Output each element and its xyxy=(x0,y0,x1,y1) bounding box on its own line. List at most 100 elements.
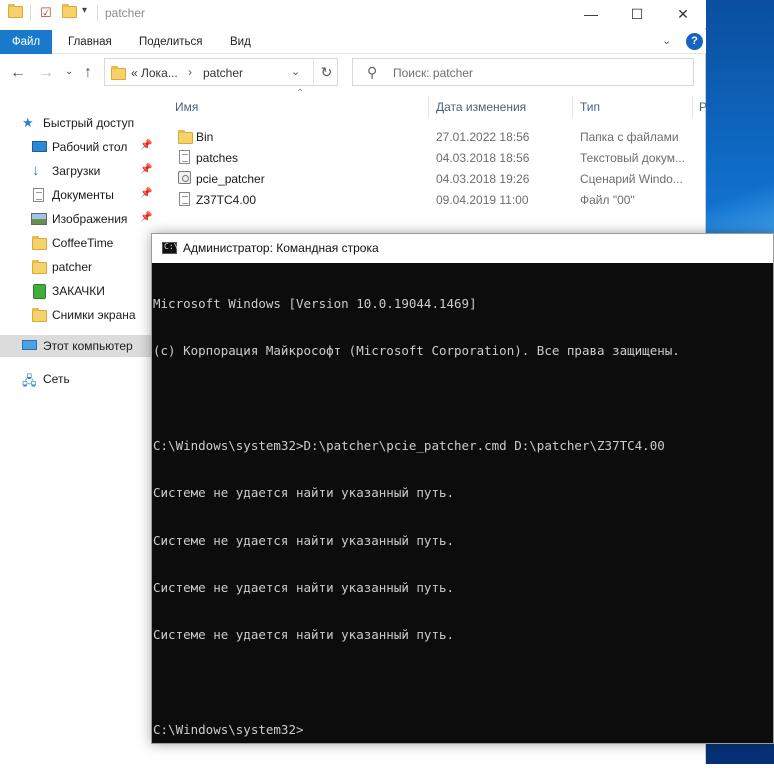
nav-item-pictures[interactable]: Изображения 📌 xyxy=(0,208,160,230)
nav-label: Рабочий стол xyxy=(52,140,128,154)
maximize-button[interactable]: ☐ xyxy=(614,0,660,28)
address-current-folder[interactable]: patcher xyxy=(203,66,243,80)
pin-icon[interactable]: 📌 xyxy=(140,164,152,175)
up-arrow-icon[interactable]: ↑ xyxy=(84,64,92,82)
file-name: Z37TC4.00 xyxy=(196,193,257,207)
documents-icon xyxy=(33,188,47,202)
address-bar[interactable]: « Лока... › patcher ⌄ ↻ xyxy=(104,58,338,86)
console-line: Системе не удается найти указанный путь. xyxy=(153,627,455,643)
explorer-titlebar[interactable]: ☑ ▾ patcher — ☐ ✕ xyxy=(0,0,706,28)
nav-item-downloads[interactable]: ↓ Загрузки 📌 xyxy=(0,160,160,182)
nav-item-documents[interactable]: Документы 📌 xyxy=(0,184,160,206)
nav-item-patcher[interactable]: patcher xyxy=(0,256,160,278)
nav-item-this-pc[interactable]: Этот компьютер xyxy=(0,335,160,357)
nav-label: Загрузки xyxy=(52,164,101,178)
ribbon-expand-icon[interactable]: ⌄ xyxy=(662,34,671,47)
ribbon-tabs: Файл Главная Поделиться Вид ⌄ ? xyxy=(0,30,706,54)
close-button[interactable]: ✕ xyxy=(660,0,706,28)
folder-icon xyxy=(178,130,193,147)
console-prompt-line[interactable]: C:\Windows\system32> xyxy=(153,722,773,738)
properties-icon[interactable]: ☑ xyxy=(40,5,54,20)
refresh-icon[interactable]: ↻ xyxy=(313,59,339,85)
search-icon: ⚲ xyxy=(367,64,378,80)
nav-label: ЗАКАЧКИ xyxy=(52,284,105,298)
forward-arrow-icon[interactable]: → xyxy=(38,64,54,82)
search-input[interactable]: ⚲ Поиск: patcher xyxy=(352,58,694,86)
nav-item-desktop[interactable]: Рабочий стол 📌 xyxy=(0,136,160,158)
console-line: Системе не удается найти указанный путь. xyxy=(153,532,455,548)
folder-icon xyxy=(32,260,47,276)
console-line: Системе не удается найти указанный путь. xyxy=(153,579,455,595)
nav-label: patcher xyxy=(52,260,93,274)
pin-icon[interactable]: 📌 xyxy=(140,140,152,151)
computer-icon xyxy=(22,340,37,350)
console-line: (c) Корпорация Майкрософт (Microsoft Cor… xyxy=(153,342,680,358)
file-name: patches xyxy=(196,151,239,165)
tab-home[interactable]: Главная xyxy=(68,30,112,54)
tab-file[interactable]: Файл xyxy=(0,30,52,54)
column-header-type[interactable]: Тип xyxy=(580,100,600,114)
file-type: Папка с файлами xyxy=(580,130,679,144)
file-name: pcie_patcher xyxy=(196,172,265,186)
cmd-titlebar[interactable]: C:\ Администратор: Командная строка xyxy=(152,234,773,263)
network-icon: 🖧 xyxy=(22,373,37,388)
file-type: Текстовый докум... xyxy=(580,151,685,165)
console-line: Microsoft Windows [Version 10.0.19044.14… xyxy=(153,295,477,311)
tab-share[interactable]: Поделиться xyxy=(139,30,203,54)
file-date: 04.03.2018 18:56 xyxy=(436,151,530,165)
green-folder-icon xyxy=(33,284,46,299)
folder-icon xyxy=(32,308,47,324)
file-date: 04.03.2018 19:26 xyxy=(436,172,530,186)
column-header-date[interactable]: Дата изменения xyxy=(436,100,526,114)
pin-icon[interactable]: 📌 xyxy=(140,188,152,199)
search-placeholder[interactable]: Поиск: patcher xyxy=(393,66,473,80)
column-header-size[interactable]: Р xyxy=(699,100,707,114)
file-type: Сценарий Windo... xyxy=(580,172,683,186)
file-row[interactable]: pcie_patcher 04.03.2018 19:26 Сценарий W… xyxy=(166,168,706,189)
window-title: patcher xyxy=(105,6,146,20)
console-output[interactable]: Microsoft Windows [Version 10.0.19044.14… xyxy=(152,263,773,743)
nav-item-quick-access[interactable]: ★ Быстрый доступ xyxy=(0,112,160,134)
star-icon: ★ xyxy=(22,115,34,130)
desktop-icon xyxy=(32,141,47,152)
download-icon: ↓ xyxy=(32,162,40,179)
file-row[interactable]: patches 04.03.2018 18:56 Текстовый докум… xyxy=(166,147,706,168)
file-date: 09.04.2019 11:00 xyxy=(436,193,529,207)
text-file-icon xyxy=(179,150,190,167)
recent-locations-icon[interactable]: ⌄ xyxy=(65,66,73,77)
file-date: 27.01.2022 18:56 xyxy=(436,130,530,144)
tab-view[interactable]: Вид xyxy=(230,30,251,54)
file-row[interactable]: Bin 27.01.2022 18:56 Папка с файлами xyxy=(166,126,706,147)
nav-item-network[interactable]: 🖧 Сеть xyxy=(0,368,160,390)
help-icon[interactable]: ? xyxy=(686,33,703,50)
back-arrow-icon[interactable]: ← xyxy=(10,64,26,82)
address-prefix[interactable]: « Лока... xyxy=(131,66,178,80)
script-file-icon xyxy=(178,171,191,187)
pin-icon[interactable]: 📌 xyxy=(140,212,152,223)
nav-item-coffeetime[interactable]: CoffeeTime xyxy=(0,232,160,254)
console-line: Системе не удается найти указанный путь. xyxy=(153,485,455,501)
chevron-right-icon[interactable]: › xyxy=(188,65,192,79)
file-type: Файл "00" xyxy=(580,193,635,207)
nav-item-zakachki[interactable]: ЗАКАЧКИ xyxy=(0,280,160,302)
folder-icon xyxy=(111,66,126,80)
minimize-button[interactable]: — xyxy=(568,0,614,28)
nav-label: Сеть xyxy=(43,372,70,386)
nav-item-screenshots[interactable]: Снимки экрана xyxy=(0,304,160,326)
navigation-bar: ← → ⌄ ↑ « Лока... › patcher ⌄ ↻ ⚲ Поиск:… xyxy=(0,56,706,92)
navigation-pane: ★ Быстрый доступ Рабочий стол 📌 ↓ Загруз… xyxy=(0,110,160,410)
file-icon xyxy=(179,192,190,209)
column-header-name[interactable]: Имя xyxy=(175,100,198,114)
file-row[interactable]: Z37TC4.00 09.04.2019 11:00 Файл "00" xyxy=(166,189,706,210)
nav-label: Изображения xyxy=(52,212,128,226)
quick-access-dropdown-icon[interactable]: ▾ xyxy=(82,5,96,19)
new-folder-icon[interactable] xyxy=(62,4,77,20)
file-name: Bin xyxy=(196,130,214,144)
chevron-down-icon[interactable]: ⌄ xyxy=(291,65,300,78)
cmd-window-title: Администратор: Командная строка xyxy=(183,241,379,255)
command-prompt-window[interactable]: C:\ Администратор: Командная строка Micr… xyxy=(151,233,774,744)
nav-label: Документы xyxy=(52,188,114,202)
sort-ascending-icon: ⌃ xyxy=(296,88,305,99)
